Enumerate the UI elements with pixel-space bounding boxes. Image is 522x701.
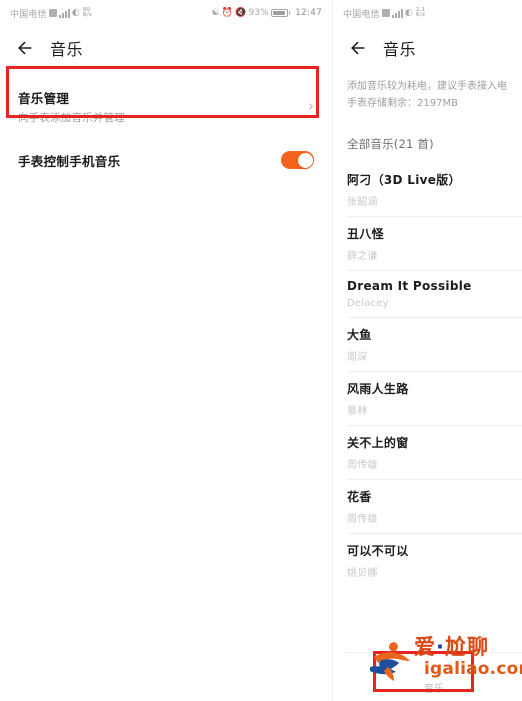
signal-strength-icon [58, 8, 70, 18]
song-name: 花香 [347, 490, 372, 504]
song-artist: Delacey [347, 298, 389, 309]
list-item[interactable]: 大鱼 周深 [333, 317, 522, 371]
song-artist: 周深 [347, 352, 368, 363]
battery-icon [271, 9, 291, 17]
song-artist: 周传雄 [347, 514, 378, 525]
song-name: 关不上的窗 [347, 436, 409, 450]
signal-strength-icon-right [391, 8, 403, 18]
network-rate-indicator: 80 B/s [83, 8, 92, 18]
clock-label: 12:47 [295, 8, 322, 18]
network-rate-unit: B/s [82, 12, 93, 18]
sim-card-icon [48, 9, 57, 17]
status-bar-right-group: ☯ ⏰ 🔇 93% 12:47 [211, 8, 322, 18]
toggle-knob [297, 152, 313, 168]
carrier-label: 中国电信 [10, 9, 47, 20]
alarm-icon: ⏰ [221, 7, 234, 18]
mute-icon: 🔇 [235, 7, 247, 18]
network-rate-indicator-right: 2.1 K/s [416, 8, 425, 18]
bluetooth-icon: ☯ [211, 7, 220, 18]
right-phone-screen: 中国电信 ◐ 2.1 K/s 音乐 添加音乐较为耗电，建议手表接入电 手表存储剩… [332, 0, 522, 701]
right-status-bar: 中国电信 ◐ 2.1 K/s [333, 0, 522, 26]
watermark-dot: · [436, 635, 445, 659]
right-app-bar: 音乐 [333, 26, 522, 70]
back-arrow-icon[interactable] [14, 37, 36, 59]
watermark-brand-text: 爱·尬聊 [414, 635, 489, 659]
left-phone-screen: 中国电信 ◐ 80 B/s ☯ ⏰ 🔇 93% 12:47 音乐 音乐管理 向手… [0, 0, 330, 701]
left-status-bar: 中国电信 ◐ 80 B/s ☯ ⏰ 🔇 93% 12:47 [0, 0, 330, 26]
page-title: 音乐 [50, 40, 84, 59]
list-item[interactable]: 花香 周传雄 [333, 479, 522, 533]
song-name: Dream It Possible [347, 279, 472, 293]
music-management-texts: 音乐管理 向手表添加音乐并管理 [18, 88, 125, 125]
battery-percent-label: 93% [248, 7, 270, 18]
runner-logo-icon [370, 642, 410, 681]
chevron-right-icon: › [308, 96, 314, 115]
watch-controls-phone-music-toggle[interactable] [281, 151, 314, 169]
song-artist: 姚贝娜 [347, 568, 378, 579]
song-artist: 慕林 [347, 406, 368, 417]
song-name: 大鱼 [347, 328, 372, 342]
network-rate-unit-right: K/s [415, 12, 426, 18]
song-artist: 周传雄 [347, 460, 378, 471]
song-list: 阿刁（3D Live版） 张韶涵 丑八怪 薛之谦 Dream It Possib… [333, 162, 522, 587]
song-artist: 薛之谦 [347, 251, 378, 262]
list-item[interactable]: 可以不可以 姚贝娜 [333, 533, 522, 587]
watermark-logo: 爱·尬聊 igaliao.com [366, 633, 522, 689]
watch-controls-phone-music-label: 手表控制手机音乐 [18, 153, 121, 169]
left-app-bar: 音乐 [0, 26, 330, 70]
song-artist: 张韶涵 [347, 197, 378, 208]
music-management-title: 音乐管理 [18, 90, 70, 106]
all-music-section-header: 全部音乐(21 首) [347, 137, 434, 151]
song-name: 阿刁（3D Live版） [347, 173, 461, 187]
sim-card-icon-right [381, 9, 390, 17]
watermark-brand-part1: 爱 [414, 635, 436, 659]
status-bar-left-group-right: 中国电信 ◐ 2.1 K/s [343, 7, 425, 20]
carrier-label-right: 中国电信 [343, 9, 380, 20]
watermark-brand-part2: 尬聊 [444, 635, 489, 659]
wifi-icon: ◐ [71, 7, 80, 18]
song-name: 丑八怪 [347, 227, 384, 241]
page-title-right: 音乐 [383, 40, 417, 59]
music-management-row[interactable]: 音乐管理 向手表添加音乐并管理 › [0, 80, 330, 132]
watch-controls-phone-music-row[interactable]: 手表控制手机音乐 [0, 138, 330, 182]
wifi-icon-right: ◐ [404, 7, 413, 18]
song-name: 风雨人生路 [347, 382, 409, 396]
watermark-url: igaliao.com [424, 659, 522, 679]
list-item[interactable]: 丑八怪 薛之谦 [333, 216, 522, 270]
music-management-subtitle: 向手表添加音乐并管理 [18, 111, 125, 124]
list-item[interactable]: 关不上的窗 周传雄 [333, 425, 522, 479]
list-item[interactable]: 风雨人生路 慕林 [333, 371, 522, 425]
storage-notice: 添加音乐较为耗电，建议手表接入电 手表存储剩余：2197MB [333, 70, 522, 122]
watermark-overlay: 音乐 爱·尬聊 igaliao.com [332, 629, 522, 701]
list-item[interactable]: 阿刁（3D Live版） 张韶涵 [333, 162, 522, 216]
list-item[interactable]: Dream It Possible Delacey [333, 270, 522, 317]
back-arrow-icon-right[interactable] [347, 37, 369, 59]
storage-notice-line1: 添加音乐较为耗电，建议手表接入电 [347, 81, 507, 92]
status-bar-left-group: 中国电信 ◐ 80 B/s [10, 7, 92, 20]
storage-notice-line2: 手表存储剩余：2197MB [347, 98, 458, 109]
song-name: 可以不可以 [347, 544, 409, 558]
